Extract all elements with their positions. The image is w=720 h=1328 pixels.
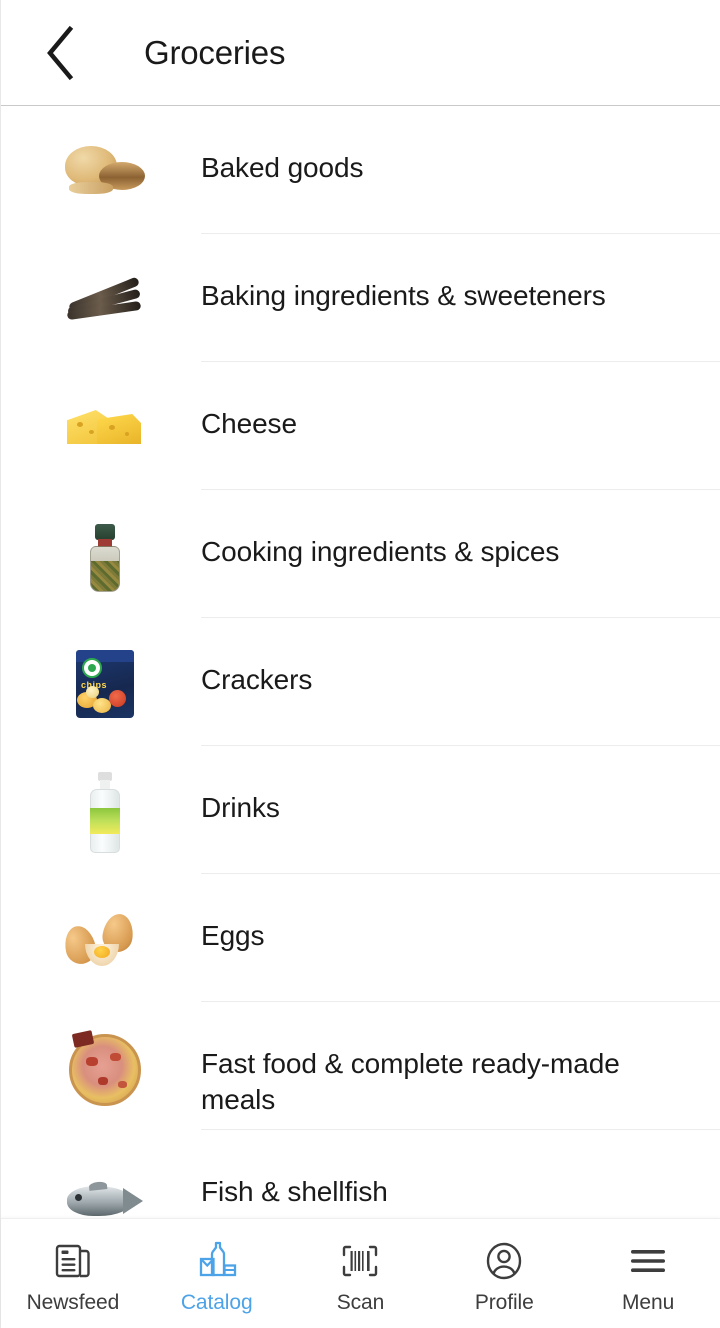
cheese-wedges-image xyxy=(59,380,151,472)
list-item[interactable]: Fast food & complete ready-made meals xyxy=(1,1002,720,1130)
list-item-label: Cheese xyxy=(201,408,297,439)
thumbnail-cell xyxy=(1,234,201,362)
list-item-label: Fast food & complete ready-made meals xyxy=(201,1048,620,1115)
chips-bag-image: chips xyxy=(59,636,151,728)
fish-image xyxy=(59,1148,151,1218)
spice-grinder-image xyxy=(59,508,151,600)
thumbnail-cell xyxy=(1,490,201,618)
pizza-image xyxy=(59,1020,151,1112)
nav-tab-menu[interactable]: Menu xyxy=(576,1219,720,1328)
groceries-screen: Groceries Baked goods Baking ingredients… xyxy=(0,0,720,1328)
nav-label-catalog: Catalog xyxy=(180,1290,253,1314)
barcode-scan-icon xyxy=(338,1237,382,1285)
thumbnail-cell xyxy=(1,746,201,874)
list-item[interactable]: chips Crackers xyxy=(1,618,720,746)
list-item[interactable]: Baked goods xyxy=(1,106,720,234)
list-item-label: Drinks xyxy=(201,792,280,823)
nav-label-newsfeed: Newsfeed xyxy=(26,1290,120,1314)
list-item-label: Baked goods xyxy=(201,152,364,183)
thumbnail-cell: chips xyxy=(1,618,201,746)
vanilla-pods-image xyxy=(59,252,151,344)
chevron-left-icon xyxy=(43,25,77,81)
bread-rolls-image xyxy=(59,124,151,216)
user-circle-icon xyxy=(482,1237,526,1285)
list-item[interactable]: Eggs xyxy=(1,874,720,1002)
list-item[interactable]: Baking ingredients & sweeteners xyxy=(1,234,720,362)
list-item[interactable]: Cheese xyxy=(1,362,720,490)
nav-label-menu: Menu xyxy=(622,1290,675,1314)
page-title: Groceries xyxy=(144,34,286,71)
nav-tab-newsfeed[interactable]: Newsfeed xyxy=(1,1219,145,1328)
water-bottle-image xyxy=(59,764,151,856)
list-item-label: Cooking ingredients & spices xyxy=(201,536,560,567)
list-item-label: Baking ingredients & sweeteners xyxy=(201,280,606,311)
eggs-image xyxy=(59,892,151,984)
back-button[interactable] xyxy=(29,22,91,84)
bottom-navigation: Newsfeed Catalog Scan Profile Menu xyxy=(1,1218,720,1328)
thumbnail-cell xyxy=(1,362,201,490)
bottle-products-icon xyxy=(195,1237,239,1285)
nav-tab-scan[interactable]: Scan xyxy=(289,1219,433,1328)
list-item[interactable]: Cooking ingredients & spices xyxy=(1,490,720,618)
newspaper-icon xyxy=(51,1237,95,1285)
list-item[interactable]: Drinks xyxy=(1,746,720,874)
list-item[interactable]: Fish & shellfish xyxy=(1,1130,720,1218)
category-list[interactable]: Baked goods Baking ingredients & sweeten… xyxy=(1,106,720,1218)
nav-label-profile: Profile xyxy=(474,1290,534,1314)
thumbnail-cell xyxy=(1,874,201,1002)
thumbnail-cell xyxy=(1,1002,201,1130)
list-item-label: Fish & shellfish xyxy=(201,1176,388,1207)
hamburger-menu-icon xyxy=(626,1237,670,1285)
list-item-label: Eggs xyxy=(201,920,265,951)
nav-tab-profile[interactable]: Profile xyxy=(432,1219,576,1328)
nav-label-scan: Scan xyxy=(336,1290,385,1314)
thumbnail-cell xyxy=(1,1130,201,1218)
nav-tab-catalog[interactable]: Catalog xyxy=(145,1219,289,1328)
app-header: Groceries xyxy=(1,0,720,106)
list-item-label: Crackers xyxy=(201,664,313,695)
thumbnail-cell xyxy=(1,106,201,234)
